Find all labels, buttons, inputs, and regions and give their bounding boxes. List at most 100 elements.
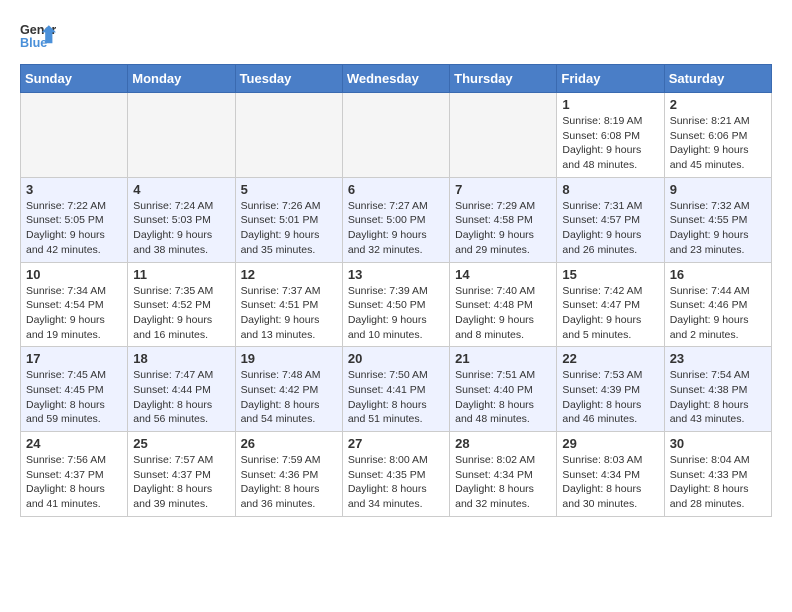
day-info: Sunrise: 7:40 AM Sunset: 4:48 PM Dayligh… [455,284,551,343]
day-info: Sunrise: 7:37 AM Sunset: 4:51 PM Dayligh… [241,284,337,343]
day-number: 27 [348,436,444,451]
weekday-header: Thursday [450,65,557,93]
day-info: Sunrise: 8:19 AM Sunset: 6:08 PM Dayligh… [562,114,658,173]
day-info: Sunrise: 7:59 AM Sunset: 4:36 PM Dayligh… [241,453,337,512]
day-info: Sunrise: 7:54 AM Sunset: 4:38 PM Dayligh… [670,368,766,427]
day-info: Sunrise: 7:42 AM Sunset: 4:47 PM Dayligh… [562,284,658,343]
calendar-cell: 22 Sunrise: 7:53 AM Sunset: 4:39 PM Dayli… [557,347,664,432]
day-info: Sunrise: 7:34 AM Sunset: 4:54 PM Dayligh… [26,284,122,343]
day-info: Sunrise: 7:22 AM Sunset: 5:05 PM Dayligh… [26,199,122,258]
day-info: Sunrise: 7:35 AM Sunset: 4:52 PM Dayligh… [133,284,229,343]
calendar-week-row: 24Sunrise: 7:56 AM Sunset: 4:37 PM Dayli… [21,432,772,517]
calendar-cell: 10Sunrise: 7:34 AM Sunset: 4:54 PM Dayli… [21,262,128,347]
calendar-cell: 24Sunrise: 7:56 AM Sunset: 4:37 PM Dayli… [21,432,128,517]
day-info: Sunrise: 7:26 AM Sunset: 5:01 PM Dayligh… [241,199,337,258]
day-info: Sunrise: 7:24 AM Sunset: 5:03 PM Dayligh… [133,199,229,258]
day-number: 1 [562,97,658,112]
day-number: 7 [455,182,551,197]
day-number: 28 [455,436,551,451]
calendar-cell: 29 Sunrise: 8:03 AM Sunset: 4:34 PM Dayli… [557,432,664,517]
logo-icon: General Blue [20,18,56,54]
calendar-cell: 1 Sunrise: 8:19 AM Sunset: 6:08 PM Daylig… [557,93,664,178]
day-number: 2 [670,97,766,112]
day-info: Sunrise: 8:00 AM Sunset: 4:35 PM Dayligh… [348,453,444,512]
day-number: 17 [26,351,122,366]
page-header: General Blue [0,0,792,64]
day-number: 3 [26,182,122,197]
calendar-cell: 12Sunrise: 7:37 AM Sunset: 4:51 PM Dayli… [235,262,342,347]
day-info: Sunrise: 7:27 AM Sunset: 5:00 PM Dayligh… [348,199,444,258]
calendar-table: SundayMondayTuesdayWednesdayThursdayFrid… [20,64,772,517]
calendar-cell: 27 Sunrise: 8:00 AM Sunset: 4:35 PM Dayli… [342,432,449,517]
weekday-header: Tuesday [235,65,342,93]
day-info: Sunrise: 7:45 AM Sunset: 4:45 PM Dayligh… [26,368,122,427]
calendar-week-row: 10Sunrise: 7:34 AM Sunset: 4:54 PM Dayli… [21,262,772,347]
svg-text:Blue: Blue [20,36,47,50]
day-number: 4 [133,182,229,197]
weekday-header: Sunday [21,65,128,93]
day-info: Sunrise: 8:03 AM Sunset: 4:34 PM Dayligh… [562,453,658,512]
calendar-cell [21,93,128,178]
calendar-cell: 28 Sunrise: 8:02 AM Sunset: 4:34 PM Dayli… [450,432,557,517]
day-info: Sunrise: 7:29 AM Sunset: 4:58 PM Dayligh… [455,199,551,258]
day-number: 19 [241,351,337,366]
day-info: Sunrise: 8:04 AM Sunset: 4:33 PM Dayligh… [670,453,766,512]
day-info: Sunrise: 7:32 AM Sunset: 4:55 PM Dayligh… [670,199,766,258]
day-info: Sunrise: 7:48 AM Sunset: 4:42 PM Dayligh… [241,368,337,427]
day-number: 26 [241,436,337,451]
logo: General Blue [20,18,60,54]
calendar-cell: 7 Sunrise: 7:29 AM Sunset: 4:58 PM Daylig… [450,177,557,262]
day-number: 14 [455,267,551,282]
day-info: Sunrise: 7:31 AM Sunset: 4:57 PM Dayligh… [562,199,658,258]
calendar-cell: 13 Sunrise: 7:39 AM Sunset: 4:50 PM Dayli… [342,262,449,347]
calendar-header-row: SundayMondayTuesdayWednesdayThursdayFrid… [21,65,772,93]
day-info: Sunrise: 8:21 AM Sunset: 6:06 PM Dayligh… [670,114,766,173]
day-number: 8 [562,182,658,197]
day-info: Sunrise: 7:44 AM Sunset: 4:46 PM Dayligh… [670,284,766,343]
calendar-cell: 5 Sunrise: 7:26 AM Sunset: 5:01 PM Daylig… [235,177,342,262]
day-number: 5 [241,182,337,197]
calendar-cell: 30Sunrise: 8:04 AM Sunset: 4:33 PM Dayli… [664,432,771,517]
day-info: Sunrise: 7:50 AM Sunset: 4:41 PM Dayligh… [348,368,444,427]
day-info: Sunrise: 7:51 AM Sunset: 4:40 PM Dayligh… [455,368,551,427]
calendar-cell: 23Sunrise: 7:54 AM Sunset: 4:38 PM Dayli… [664,347,771,432]
calendar-cell [235,93,342,178]
calendar-cell: 25 Sunrise: 7:57 AM Sunset: 4:37 PM Dayli… [128,432,235,517]
calendar-cell: 26 Sunrise: 7:59 AM Sunset: 4:36 PM Dayli… [235,432,342,517]
day-number: 20 [348,351,444,366]
day-info: Sunrise: 8:02 AM Sunset: 4:34 PM Dayligh… [455,453,551,512]
calendar-cell: 18Sunrise: 7:47 AM Sunset: 4:44 PM Dayli… [128,347,235,432]
calendar-cell: 6 Sunrise: 7:27 AM Sunset: 5:00 PM Daylig… [342,177,449,262]
weekday-header: Saturday [664,65,771,93]
calendar-cell [128,93,235,178]
calendar-week-row: 1 Sunrise: 8:19 AM Sunset: 6:08 PM Daylig… [21,93,772,178]
calendar-cell [450,93,557,178]
day-number: 13 [348,267,444,282]
calendar-cell: 9 Sunrise: 7:32 AM Sunset: 4:55 PM Daylig… [664,177,771,262]
day-number: 18 [133,351,229,366]
weekday-header: Wednesday [342,65,449,93]
day-number: 9 [670,182,766,197]
day-number: 6 [348,182,444,197]
calendar-cell: 21Sunrise: 7:51 AM Sunset: 4:40 PM Dayli… [450,347,557,432]
calendar-cell: 19 Sunrise: 7:48 AM Sunset: 4:42 PM Dayli… [235,347,342,432]
day-info: Sunrise: 7:39 AM Sunset: 4:50 PM Dayligh… [348,284,444,343]
calendar-cell: 15 Sunrise: 7:42 AM Sunset: 4:47 PM Dayli… [557,262,664,347]
calendar-cell: 4 Sunrise: 7:24 AM Sunset: 5:03 PM Daylig… [128,177,235,262]
calendar-cell: 3 Sunrise: 7:22 AM Sunset: 5:05 PM Daylig… [21,177,128,262]
day-number: 16 [670,267,766,282]
calendar-cell: 8 Sunrise: 7:31 AM Sunset: 4:57 PM Daylig… [557,177,664,262]
day-info: Sunrise: 7:53 AM Sunset: 4:39 PM Dayligh… [562,368,658,427]
day-number: 22 [562,351,658,366]
calendar-week-row: 17 Sunrise: 7:45 AM Sunset: 4:45 PM Dayli… [21,347,772,432]
calendar-cell: 20 Sunrise: 7:50 AM Sunset: 4:41 PM Dayli… [342,347,449,432]
calendar-cell: 14 Sunrise: 7:40 AM Sunset: 4:48 PM Dayli… [450,262,557,347]
calendar-cell [342,93,449,178]
weekday-header: Friday [557,65,664,93]
day-number: 24 [26,436,122,451]
day-info: Sunrise: 7:57 AM Sunset: 4:37 PM Dayligh… [133,453,229,512]
calendar-week-row: 3 Sunrise: 7:22 AM Sunset: 5:05 PM Daylig… [21,177,772,262]
day-number: 29 [562,436,658,451]
day-number: 15 [562,267,658,282]
day-number: 25 [133,436,229,451]
